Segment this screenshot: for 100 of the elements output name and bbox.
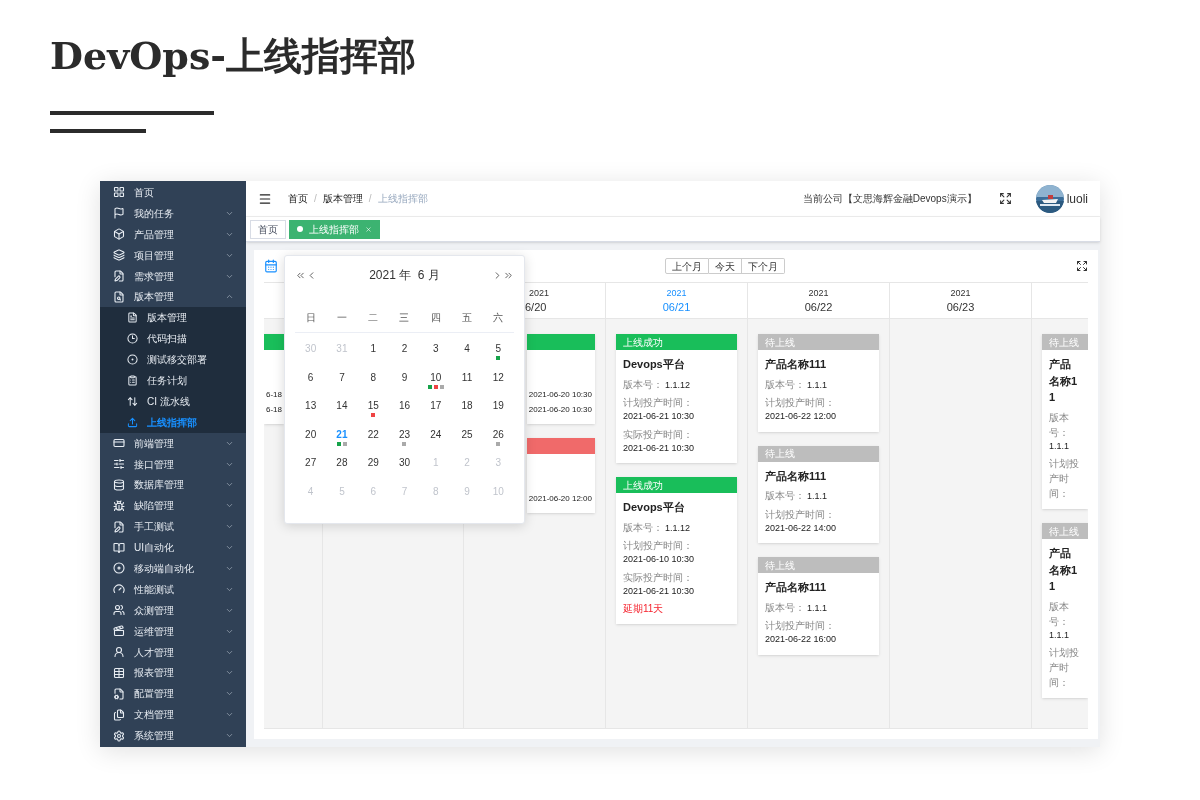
grid-icon [113, 186, 125, 199]
calendar-day[interactable]: 4 [464, 342, 470, 355]
release-card[interactable]: 2021-06-20 12:00 [527, 438, 595, 513]
release-card[interactable]: 上线成功 Devops平台 版本号： 1.1.12 计划投产时间： 2021-06-10 10:30 实际投产时间： 2021-06-21 10:30 延期11天 [616, 477, 737, 624]
calendar-day[interactable]: 5 [495, 342, 502, 355]
date-header[interactable]: 2021 06/22 [748, 282, 889, 319]
column-year: 2021 [950, 286, 971, 299]
sidebar-item[interactable]: 运维管理 [100, 620, 246, 642]
calendar-day[interactable]: 26 [492, 427, 504, 441]
calendar-day[interactable]: 17 [430, 399, 442, 412]
calendar-day[interactable]: 15 [367, 399, 379, 412]
sidebar-item[interactable]: 首页 [100, 182, 246, 203]
card-title: 产品名称11 [1049, 357, 1079, 405]
field-value: 1.1.12 [665, 378, 691, 392]
database-icon [113, 478, 125, 491]
calendar-day[interactable]: 13 [305, 399, 317, 412]
submenu-item[interactable]: 代码扫描 [100, 328, 246, 350]
calendar-day[interactable]: 7 [339, 370, 345, 384]
sidebar-item[interactable]: 系统管理 [100, 725, 246, 747]
calendar-day[interactable]: 27 [305, 456, 317, 469]
calendar-day[interactable]: 29 [367, 456, 379, 469]
calendar-day[interactable]: 16 [398, 399, 411, 412]
calendar-day[interactable]: 20 [305, 427, 317, 441]
calendar-day[interactable]: 23 [398, 427, 411, 441]
page-tab[interactable]: 首页 [250, 219, 286, 239]
sidebar-item[interactable]: 移动端自动化 [100, 558, 246, 579]
sidebar-item[interactable]: UI自动化 [100, 537, 246, 559]
sidebar-item[interactable]: 性能测试 [100, 578, 246, 600]
sidebar-item[interactable]: 人才管理 [100, 641, 246, 663]
user-name[interactable]: luoli [1066, 189, 1088, 208]
calendar-icon[interactable] [264, 259, 278, 273]
month-button[interactable]: 下个月 [741, 258, 785, 274]
release-card[interactable]: 上线成功 Devops平台 版本号： 1.1.12 计划投产时间： 2021-06-21 10:30 实际投产时间： 2021-06-21 10:30 [616, 334, 737, 463]
calendar-day[interactable]: 19 [492, 399, 504, 412]
month-button[interactable]: 今天 [708, 258, 742, 274]
sidebar-item[interactable]: 需求管理 [100, 265, 246, 287]
submenu-item[interactable]: CI 流水线 [100, 390, 246, 412]
field-value: 6-18 [266, 389, 282, 401]
breadcrumb-link[interactable]: 版本管理 [322, 191, 363, 206]
sidebar-item[interactable]: 手工测试 [100, 516, 246, 538]
calendar-day[interactable]: 28 [336, 456, 348, 469]
sidebar-item[interactable]: 产品管理 [100, 223, 246, 245]
sidebar-item[interactable]: 前端管理 [100, 432, 246, 454]
weekday-label: 三 [398, 311, 411, 325]
breadcrumb-link[interactable]: 首页 [288, 191, 308, 206]
sidebar-item[interactable]: 我的任务 [100, 202, 246, 224]
status-label: 上线成功 [623, 478, 663, 493]
document-icon [127, 312, 138, 324]
field-label: 版本号： [765, 600, 805, 615]
field-value: 6-18 [266, 404, 282, 416]
calendar-day[interactable]: 6 [307, 370, 314, 384]
calendar-day[interactable]: 8 [370, 370, 376, 384]
sidebar-item[interactable]: 缺陷管理 [100, 495, 246, 517]
sidebar-item[interactable]: 数据库管理 [100, 474, 246, 496]
breadcrumb-separator: / [314, 192, 317, 206]
sidebar-item[interactable]: 众测管理 [100, 599, 246, 621]
column-date: 06/21 [662, 299, 691, 315]
sidebar-item[interactable]: 接口管理 [100, 453, 246, 475]
calendar-day[interactable]: 12 [492, 370, 504, 384]
column-date: 06/23 [946, 299, 975, 315]
sidebar-item[interactable]: 版本管理 [100, 286, 246, 308]
sidebar-item[interactable]: 项目管理 [100, 244, 246, 266]
date-header[interactable]: 2021 06/23 [890, 282, 1031, 319]
calendar-day[interactable]: 3 [433, 342, 439, 355]
fullscreen-icon[interactable] [998, 192, 1012, 205]
calendar-day[interactable]: 24 [430, 427, 442, 441]
calendar-day[interactable]: 30 [398, 456, 411, 469]
close-icon[interactable] [365, 225, 372, 233]
calendar-day[interactable]: 2 [401, 342, 408, 355]
field-value: 2021-06-20 10:30 [528, 404, 592, 416]
release-card[interactable]: 6-18 6-18 [264, 334, 284, 424]
field-label: 实际投产时间： [623, 427, 693, 442]
fullscreen-icon[interactable] [1076, 260, 1088, 272]
flag-icon [113, 207, 125, 220]
users-icon [113, 604, 125, 617]
field-label: 计划投产时间： [623, 396, 693, 410]
field-value: 2021-06-20 10:30 [528, 389, 592, 401]
field-label: 版本号： [1049, 410, 1070, 440]
calendar-day[interactable]: 14 [336, 399, 348, 412]
submenu-item[interactable]: 测试移交部署 [100, 349, 246, 370]
release-card[interactable]: 2021-06-20 10:30 2021-06-20 10:30 [527, 334, 595, 424]
submenu-item[interactable]: 上线指挥部 [100, 411, 246, 433]
month-button[interactable]: 上个月 [664, 258, 709, 274]
calendar-day[interactable]: 10 [430, 370, 442, 384]
calendar-day[interactable]: 18 [461, 399, 473, 412]
calendar-day[interactable]: 11 [461, 370, 473, 384]
clapperboard-icon [113, 625, 125, 638]
calendar-day[interactable]: 1 [370, 342, 376, 355]
field-value: 1.1.1 [1049, 439, 1070, 453]
sidebar-item[interactable]: 报表管理 [100, 662, 246, 684]
menu-icon[interactable] [258, 191, 272, 206]
calendar-day[interactable]: 9 [401, 370, 408, 384]
field-label: 版本号： [623, 377, 663, 392]
submenu-item[interactable]: 任务计划 [100, 370, 246, 391]
calendar-day[interactable]: 25 [461, 427, 473, 441]
sidebar-item[interactable]: 配置管理 [100, 683, 246, 705]
calendar-day[interactable]: 22 [367, 427, 379, 441]
sidebar-item[interactable]: 文档管理 [100, 704, 246, 726]
bug-icon [113, 499, 125, 512]
submenu-item[interactable]: 版本管理 [100, 307, 246, 329]
